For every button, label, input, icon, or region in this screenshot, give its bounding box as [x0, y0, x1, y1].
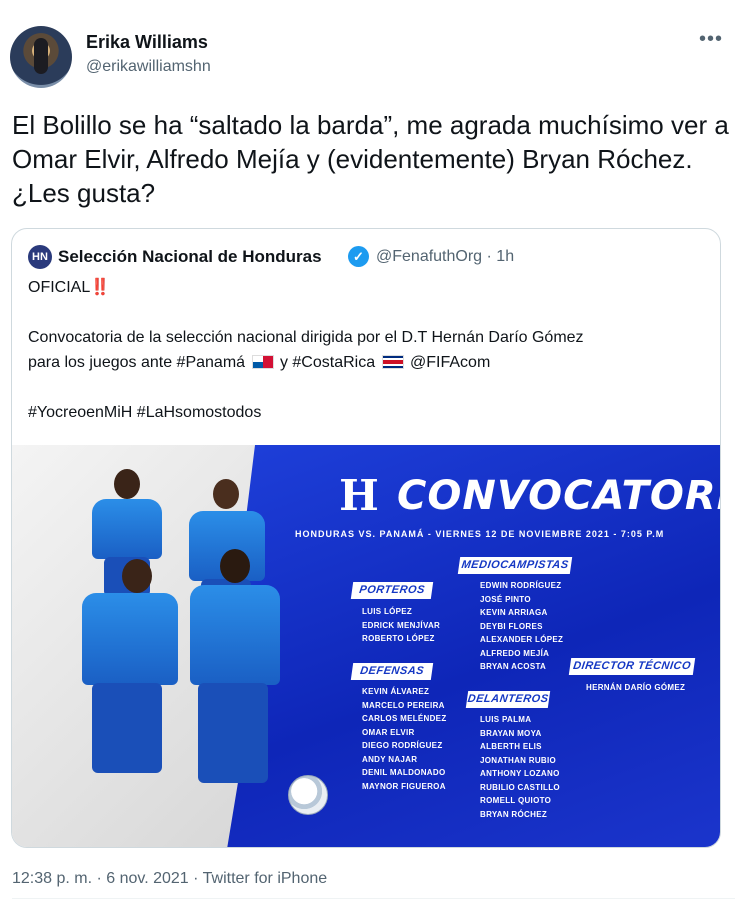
player-name: BRYAN RÓCHEZ — [480, 809, 548, 819]
director-name: HERNÁN DARÍO GÓMEZ — [586, 683, 686, 692]
panama-flag-icon — [251, 355, 274, 369]
poster-match-line: HONDURAS VS. PANAMÁ - VIERNES 12 DE NOVI… — [295, 529, 665, 539]
quoted-hashtags[interactable]: #YocreoenMiH #LaHsomostodos — [28, 402, 708, 424]
quoted-text-costarica: y #CostaRica — [279, 354, 376, 371]
author-avatar[interactable] — [10, 26, 72, 88]
player-name: MARCELO PEREIRA — [362, 700, 445, 710]
quoted-handle-time: @FenafuthOrg · 1h — [376, 248, 515, 265]
player-name: ANDY NAJAR — [362, 754, 418, 764]
player-name: DEYBI FLORES — [480, 621, 543, 631]
honduras-crest-icon: H — [339, 471, 379, 520]
mediocampistas-list: EDWIN RODRÍGUEZ JOSÉ PINTO KEVIN ARRIAGA… — [480, 579, 563, 674]
convocatoria-poster-image[interactable]: H CONVOCATORIA HONDURAS VS. PANAMÁ - VIE… — [12, 445, 720, 847]
fifa-mention-link[interactable]: @FIFAcom — [410, 354, 490, 371]
delanteros-list: LUIS PALMA BRAYAN MOYA ALBERTH ELIS JONA… — [480, 713, 560, 821]
player-name: RUBILIO CASTILLO — [480, 782, 560, 792]
player-name: JONATHAN RUBIO — [480, 755, 557, 765]
more-options-icon[interactable]: ••• — [699, 29, 723, 49]
avatar-figure — [34, 38, 48, 74]
player-figure-4 — [172, 545, 322, 795]
tweet: Erika Williams @erikawilliamshn ••• El B… — [0, 0, 747, 900]
defensas-label: DEFENSAS — [350, 663, 434, 680]
quoted-text-line2b: para los juegos ante #Panamá y #CostaRic… — [28, 352, 708, 374]
verified-badge-icon: ✓ — [348, 246, 369, 267]
player-figure-3 — [32, 555, 192, 785]
author-handle[interactable]: @erikawilliamshn — [86, 58, 211, 76]
porteros-list: LUIS LÓPEZ EDRICK MENJÍVAR ROBERTO LÓPEZ — [362, 605, 440, 646]
player-name: ALFREDO MEJÍA — [480, 648, 550, 658]
costa-rica-flag-icon — [381, 355, 404, 369]
defensas-list: KEVIN ÁLVAREZ MARCELO PEREIRA CARLOS MEL… — [362, 685, 447, 793]
player-name: EDRICK MENJÍVAR — [362, 620, 441, 630]
player-name: BRAYAN MOYA — [480, 728, 542, 738]
player-name: BRYAN ACOSTA — [480, 662, 547, 671]
soccer-ball-icon — [288, 775, 328, 815]
delanteros-label: DELANTEROS — [465, 691, 551, 708]
mediocampistas-label: MEDIOCAMPISTAS — [457, 557, 573, 574]
player-name: OMAR ELVIR — [362, 727, 415, 737]
player-name: LUIS LÓPEZ — [362, 607, 413, 616]
quoted-text-panama: para los juegos ante #Panamá — [28, 354, 246, 371]
quoted-text-line2a: Convocatoria de la selección nacional di… — [28, 329, 584, 346]
player-name: ROBERTO LÓPEZ — [362, 634, 435, 643]
player-name: KEVIN ÁLVAREZ — [362, 687, 430, 696]
director-tecnico-label: DIRECTOR TÉCNICO — [568, 658, 696, 675]
player-name: LUIS PALMA — [480, 715, 532, 724]
player-name: ANTHONY LOZANO — [480, 769, 560, 778]
quoted-text-line1: OFICIAL‼️ — [28, 279, 111, 296]
player-name: JOSÉ PINTO — [480, 594, 531, 604]
tweet-timestamp[interactable]: 12:38 p. m. · 6 nov. 2021 · Twitter for … — [12, 870, 327, 888]
poster-title: CONVOCATORIA — [397, 473, 720, 519]
player-name: KEVIN ARRIAGA — [480, 608, 548, 617]
player-name: ALBERTH ELIS — [480, 742, 542, 751]
tweet-text: El Bolillo se ha “saltado la barda”, me … — [12, 110, 729, 208]
divider — [12, 898, 735, 899]
quoted-avatar[interactable]: HN — [28, 245, 52, 269]
player-name: ALEXANDER LÓPEZ — [480, 635, 564, 644]
player-name: DIEGO RODRÍGUEZ — [362, 741, 443, 750]
player-name: ROMELL QUIOTO — [480, 796, 552, 805]
player-name: DENIL MALDONADO — [362, 768, 446, 777]
player-name: CARLOS MELÉNDEZ — [362, 714, 447, 723]
porteros-label: PORTEROS — [350, 582, 434, 599]
quoted-display-name: Selección Nacional de Honduras — [58, 247, 322, 266]
player-name: MAYNOR FIGUEROA — [362, 781, 446, 791]
quoted-tweet[interactable]: HN Selección Nacional de Honduras ✓ @Fen… — [11, 228, 721, 848]
player-name: EDWIN RODRÍGUEZ — [480, 581, 562, 590]
author-display-name[interactable]: Erika Williams — [86, 32, 208, 53]
